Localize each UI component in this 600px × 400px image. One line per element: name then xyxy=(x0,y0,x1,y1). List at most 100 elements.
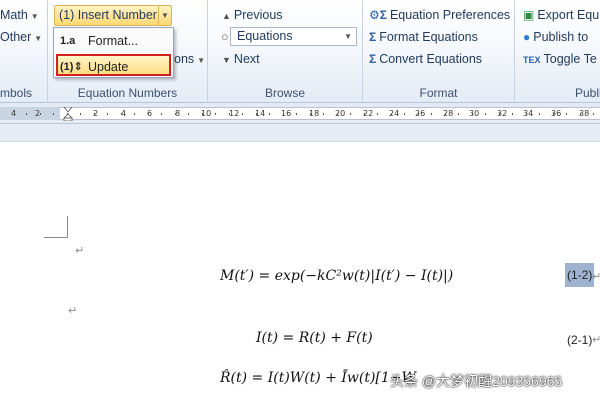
update-numbers-icon: (1)⇕ xyxy=(60,61,83,73)
convert-equations-button[interactable]: Σ Convert Equations xyxy=(369,49,482,69)
insert-number-dropdown: 1.a Format... (1)⇕ Update xyxy=(53,27,174,78)
paragraph-mark: ↵ xyxy=(592,334,600,346)
ruler-minor-tick xyxy=(201,113,203,115)
equation-number-1: (1-2) xyxy=(565,263,595,287)
ruler-shadow xyxy=(0,124,600,142)
chevron-down-icon: ▼ xyxy=(34,34,43,43)
ruler-minor-tick xyxy=(107,113,108,115)
ruler-minor-tick xyxy=(404,113,405,115)
ruler-tick-label: 8 xyxy=(175,109,181,118)
equation-number-2: (2-1) xyxy=(567,333,593,347)
ruler-minor-tick xyxy=(93,113,95,115)
sigma-convert-icon: Σ xyxy=(369,52,377,66)
ruler-minor-tick xyxy=(120,113,122,115)
ruler-minor-tick xyxy=(242,113,243,115)
chevron-down-icon: ▼ xyxy=(30,12,39,21)
math-button[interactable]: Math ▼ xyxy=(0,5,39,25)
toggle-tex-button[interactable]: TEX Toggle Te xyxy=(523,49,597,69)
ruler-minor-tick xyxy=(255,113,257,115)
paragraph-mark: ↵ xyxy=(68,305,78,317)
ruler-minor-tick xyxy=(593,113,594,115)
ruler-minor-tick xyxy=(363,113,365,115)
publish-to-button[interactable]: ● Publish to xyxy=(523,27,588,47)
menu-item-label: Update xyxy=(88,60,129,74)
down-arrow-icon: ▼ xyxy=(222,55,231,65)
horizontal-ruler[interactable]: 4 2 2 4 6 8 10 12 14 16 18 20 22 24 26 28 30 32 34 36 38 xyxy=(0,103,600,124)
ruler-margin-area xyxy=(0,107,60,120)
ruler-minor-tick xyxy=(417,113,419,115)
export-equations-button[interactable]: ▣ Export Equ xyxy=(523,5,599,25)
chevron-down-icon: ▼ xyxy=(197,56,206,65)
group-label-symbols: mbols xyxy=(0,86,33,100)
ruler-tick-label: 4 xyxy=(11,109,17,118)
ribbon: Math ▼ Other ▼ mbols ons ▼ Equation Numbers… xyxy=(0,0,600,103)
ruler-minor-tick xyxy=(579,113,581,115)
hidden-button-label[interactable]: ons ▼ xyxy=(174,49,205,69)
ruler-minor-tick xyxy=(552,113,554,115)
tex-icon: TEX xyxy=(523,55,541,65)
insert-number-label: (1) Insert Number xyxy=(59,8,157,22)
ruler-minor-tick xyxy=(323,113,324,115)
browse-select-value: Equations xyxy=(237,29,293,43)
paragraph-mark: ↵ xyxy=(75,245,85,257)
chevron-down-icon[interactable]: ▼ xyxy=(158,6,171,25)
sigma-format-icon: Σ xyxy=(369,30,377,44)
menu-item-update[interactable]: (1)⇕ Update xyxy=(56,54,171,76)
ruler-minor-tick xyxy=(512,113,513,115)
up-arrow-icon: ▲ xyxy=(222,11,231,21)
indent-marker-icon[interactable] xyxy=(63,107,73,121)
ruler-minor-tick xyxy=(566,113,567,115)
export-icon: ▣ xyxy=(523,8,535,22)
ruler-minor-tick xyxy=(66,113,68,115)
browse-object-icon: ○ xyxy=(221,30,229,44)
other-button[interactable]: Other ▼ xyxy=(0,27,42,47)
globe-icon: ● xyxy=(523,30,531,44)
ruler-minor-tick xyxy=(282,113,284,115)
ruler-minor-tick xyxy=(39,113,41,115)
ruler-minor-tick xyxy=(134,113,135,115)
equation-3: R̂(t) = I(t)W(t) + Īw(t)[1−W xyxy=(220,370,416,386)
ruler-tick-label: 22 xyxy=(363,109,374,118)
ruler-minor-tick xyxy=(444,113,446,115)
ruler-minor-tick xyxy=(336,113,338,115)
browse-object-select[interactable]: Equations ▼ xyxy=(230,27,357,46)
equation-2: I(t) = R(t) + F(t) xyxy=(256,330,373,346)
ruler-minor-tick xyxy=(147,113,149,115)
insert-number-button[interactable]: (1) Insert Number ▼ xyxy=(54,5,172,26)
ruler-minor-tick xyxy=(350,113,351,115)
equation-preferences-button[interactable]: ⚙Σ Equation Preferences xyxy=(369,5,510,25)
menu-item-label: Format... xyxy=(88,34,139,48)
margin-corner-mark xyxy=(44,216,68,238)
ruler-tick-label: 38 xyxy=(579,109,590,118)
next-button[interactable]: ▼ Next xyxy=(222,49,260,69)
ruler-tick-label: 18 xyxy=(309,109,320,118)
ruler-minor-tick xyxy=(471,113,473,115)
ruler-minor-tick xyxy=(377,113,378,115)
ruler-minor-tick xyxy=(26,113,27,115)
paragraph-mark: ↵ xyxy=(592,271,600,283)
ruler-minor-tick xyxy=(525,113,527,115)
group-label-browse: Browse xyxy=(264,86,305,100)
ruler-minor-tick xyxy=(296,113,297,115)
ruler-minor-tick xyxy=(80,113,81,115)
sigma-prefs-icon: ⚙Σ xyxy=(369,8,387,22)
ruler-tick-label: 4 xyxy=(121,109,127,118)
ruler-strip xyxy=(0,107,600,120)
group-label-publish: Publi xyxy=(575,86,600,100)
menu-item-format[interactable]: 1.a Format... xyxy=(56,30,171,52)
ruler-minor-tick xyxy=(309,113,311,115)
ruler-minor-tick xyxy=(458,113,459,115)
ruler-minor-tick xyxy=(539,113,540,115)
previous-button[interactable]: ▲ Previous xyxy=(222,5,283,25)
ruler-minor-tick xyxy=(215,113,216,115)
ruler-minor-tick xyxy=(228,113,230,115)
numbering-format-icon: 1.a xyxy=(60,35,76,47)
group-label-equation-numbers: Equation Numbers xyxy=(77,86,178,100)
format-equations-button[interactable]: Σ Format Equations xyxy=(369,27,478,47)
document-page[interactable]: ↵ ↵ M(t′) = exp(−kC²w(t)|I(t′) − I(t)|) … xyxy=(0,142,600,400)
ruler-minor-tick xyxy=(390,113,392,115)
browse-group: ▲ Previous ▼ Next ○ Browse xyxy=(208,0,363,103)
symbols-group: Math ▼ Other ▼ mbols xyxy=(0,0,48,103)
ruler-minor-tick xyxy=(485,113,486,115)
chevron-down-icon: ▼ xyxy=(344,32,352,41)
